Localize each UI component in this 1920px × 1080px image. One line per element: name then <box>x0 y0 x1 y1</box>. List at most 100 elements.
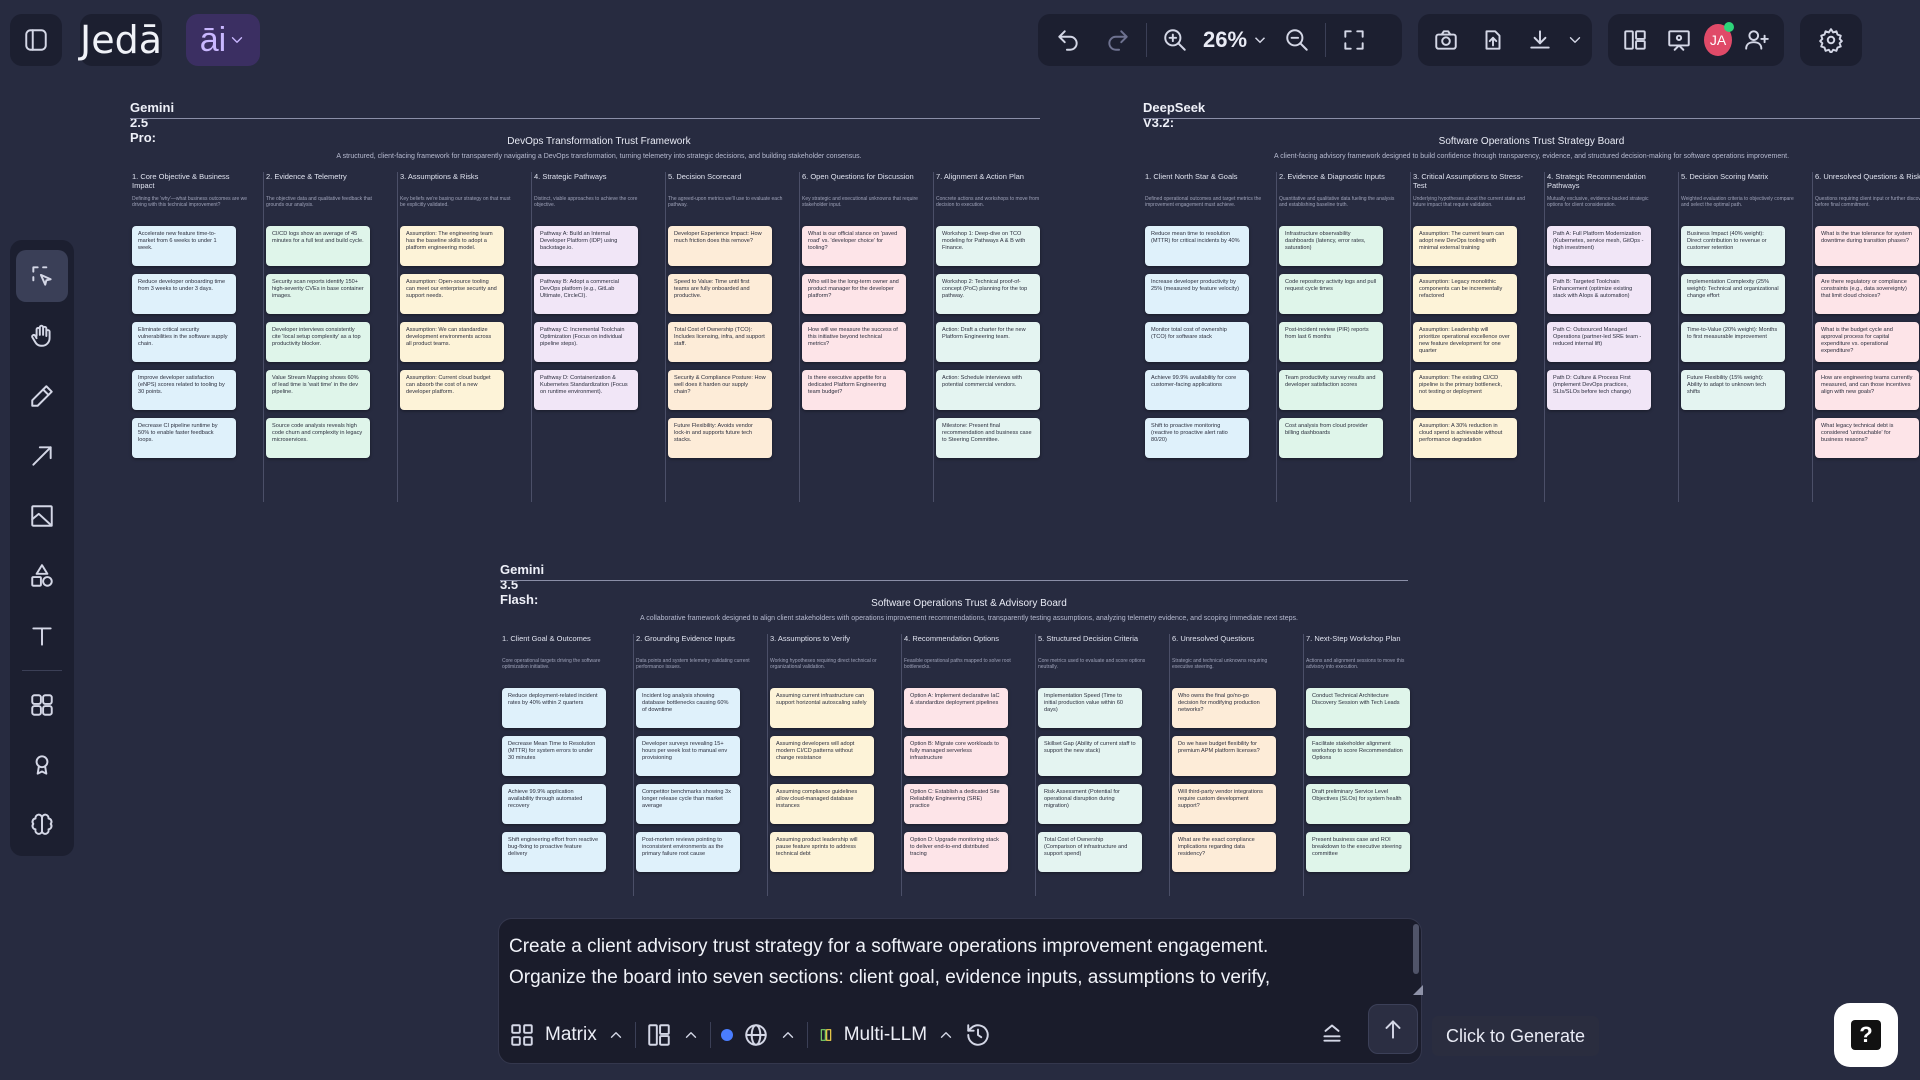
text-tool-icon[interactable] <box>16 610 68 662</box>
sticky-note[interactable]: Incident log analysis showing database b… <box>636 688 740 728</box>
layout-panel-icon[interactable] <box>1616 18 1654 62</box>
sticky-note[interactable]: Assumption: The existing CI/CD pipeline … <box>1413 370 1517 410</box>
sticky-note[interactable]: Assumption: Legacy monolithic components… <box>1413 274 1517 314</box>
sticky-note[interactable]: Code repository activity logs and pull r… <box>1279 274 1383 314</box>
chevron-up-icon[interactable] <box>937 1026 955 1044</box>
sticky-note[interactable]: Who will be the long-term owner and prod… <box>802 274 906 314</box>
sticky-note[interactable]: Assumption: Open-source tooling can meet… <box>400 274 504 314</box>
sticky-note[interactable]: What are the exact compliance implicatio… <box>1172 832 1276 872</box>
sticky-note[interactable]: Infrastructure observability dashboards … <box>1279 226 1383 266</box>
sticky-note[interactable]: Reduce mean time to resolution (MTTR) fo… <box>1145 226 1249 266</box>
add-user-icon[interactable] <box>1738 18 1776 62</box>
prompt-input[interactable]: Create a client advisory trust strategy … <box>509 931 1389 993</box>
sticky-note[interactable]: Assumption: The current team can adopt n… <box>1413 226 1517 266</box>
sticky-note[interactable]: Facilitate stakeholder alignment worksho… <box>1306 736 1410 776</box>
sticky-note[interactable]: Path D: Culture & Process First (impleme… <box>1547 370 1651 410</box>
brain-icon[interactable] <box>16 799 68 851</box>
sticky-note[interactable]: Post-mortem reviews pointing to inconsis… <box>636 832 740 872</box>
sticky-note[interactable]: Reduce developer onboarding time from 3 … <box>132 274 236 314</box>
app-logo[interactable]: Jedā <box>80 14 162 66</box>
sticky-note[interactable]: Monitor total cost of ownership (TCO) fo… <box>1145 322 1249 362</box>
zoom-level-dropdown[interactable]: 26% <box>1203 27 1269 53</box>
layout-icon[interactable] <box>646 1022 672 1048</box>
sticky-note[interactable]: Time-to-Value (20% weight): Months to fi… <box>1681 322 1785 362</box>
sticky-note[interactable]: Total Cost of Ownership (Comparison of i… <box>1038 832 1142 872</box>
sticky-note[interactable]: Post-incident review (PIR) reports from … <box>1279 322 1383 362</box>
sticky-note[interactable]: Pathway D: Containerization & Kubernetes… <box>534 370 638 410</box>
sticky-note[interactable]: How will we measure the success of this … <box>802 322 906 362</box>
sticky-note[interactable]: Action: Schedule interviews with potenti… <box>936 370 1040 410</box>
help-button[interactable]: ? <box>1834 1003 1898 1067</box>
sticky-note[interactable]: Assumption: The engineering team has the… <box>400 226 504 266</box>
sticky-note[interactable]: What is our official stance on 'paved ro… <box>802 226 906 266</box>
sticky-note[interactable]: Speed to Value: Time until first teams a… <box>668 274 772 314</box>
sticky-note[interactable]: Are there regulatory or compliance const… <box>1815 274 1919 314</box>
sticky-note[interactable]: Cost analysis from cloud provider billin… <box>1279 418 1383 458</box>
chevron-up-icon[interactable] <box>607 1026 625 1044</box>
prompt-scrollbar[interactable] <box>1413 924 1419 974</box>
sticky-note[interactable]: Assuming compliance guidelines allow clo… <box>770 784 874 824</box>
sticky-note[interactable]: Developer Experience Impact: How much fr… <box>668 226 772 266</box>
sticky-note[interactable]: How are engineering teams currently meas… <box>1815 370 1919 410</box>
sticky-note[interactable]: Increase developer productivity by 25% (… <box>1145 274 1249 314</box>
sticky-note[interactable]: What legacy technical debt is considered… <box>1815 418 1919 458</box>
sticky-note[interactable]: Option D: Upgrade monitoring stack to de… <box>904 832 1008 872</box>
sticky-note[interactable]: Value Stream Mapping shows 60% of lead t… <box>266 370 370 410</box>
sticky-note[interactable]: Security & Compliance Posture: How well … <box>668 370 772 410</box>
history-icon[interactable] <box>965 1022 991 1048</box>
sticky-note[interactable]: Option B: Migrate core workloads to full… <box>904 736 1008 776</box>
ai-assistant-icon[interactable] <box>16 739 68 791</box>
sticky-note[interactable]: Who owns the final go/no-go decision for… <box>1172 688 1276 728</box>
chevron-up-icon[interactable] <box>682 1026 700 1044</box>
sticky-note[interactable]: Assuming current infrastructure can supp… <box>770 688 874 728</box>
sticky-note[interactable]: CI/CD logs show an average of 45 minutes… <box>266 226 370 266</box>
chevron-down-icon[interactable] <box>1566 31 1584 49</box>
sticky-note[interactable]: Shift engineering effort from reactive b… <box>502 832 606 872</box>
sticky-note[interactable]: Shift to proactive monitoring (reactive … <box>1145 418 1249 458</box>
sticky-note[interactable]: Pathway B: Adopt a commercial DevOps pla… <box>534 274 638 314</box>
sticky-note[interactable]: Pathway C: Incremental Toolchain Optimiz… <box>534 322 638 362</box>
sticky-note[interactable]: Assumption: A 30% reduction in cloud spe… <box>1413 418 1517 458</box>
sticky-note[interactable]: Assumption: Current cloud budget can abs… <box>400 370 504 410</box>
sticky-note[interactable]: Milestone: Present final recommendation … <box>936 418 1040 458</box>
sticky-note[interactable]: Decrease CI pipeline runtime by 50% to e… <box>132 418 236 458</box>
zoom-out-icon[interactable] <box>1275 18 1319 62</box>
globe-icon[interactable] <box>743 1022 769 1048</box>
sticky-note[interactable]: Assuming product leadership will pause f… <box>770 832 874 872</box>
sticky-note[interactable]: Business Impact (40% weight): Direct con… <box>1681 226 1785 266</box>
sticky-note[interactable]: Draft preliminary Service Level Objectiv… <box>1306 784 1410 824</box>
sticky-note[interactable]: Present business case and ROI breakdown … <box>1306 832 1410 872</box>
sticky-note[interactable]: Action: Draft a charter for the new Plat… <box>936 322 1040 362</box>
sticky-note[interactable]: Future Flexibility: Avoids vendor lock-i… <box>668 418 772 458</box>
sticky-note[interactable]: Achieve 99.9% application availability t… <box>502 784 606 824</box>
sticky-note[interactable]: Do we have budget flexibility for premiu… <box>1172 736 1276 776</box>
download-icon[interactable] <box>1519 18 1560 62</box>
sticky-note[interactable]: Competitor benchmarks showing 3x longer … <box>636 784 740 824</box>
sticky-note[interactable]: What is the true tolerance for system do… <box>1815 226 1919 266</box>
sidebar-toggle-button[interactable] <box>10 14 62 66</box>
sticky-note[interactable]: Implementation Complexity (25% weight): … <box>1681 274 1785 314</box>
sticky-note[interactable]: Security scan reports identify 150+ high… <box>266 274 370 314</box>
sticky-note[interactable]: Is there executive appetite for a dedica… <box>802 370 906 410</box>
multi-llm-button[interactable]: Multi-LLM <box>844 1024 927 1046</box>
sticky-note[interactable]: Future Flexibility (15% weight): Ability… <box>1681 370 1785 410</box>
sticky-note[interactable]: Path A: Full Platform Modernization (Kub… <box>1547 226 1651 266</box>
select-tool-icon[interactable] <box>16 250 68 302</box>
sticky-note[interactable]: Workshop 1: Deep-dive on TCO modeling fo… <box>936 226 1040 266</box>
sticky-note[interactable]: Option A: Implement declarative IaC & st… <box>904 688 1008 728</box>
upload-icon[interactable] <box>1473 18 1514 62</box>
sticky-note[interactable]: Implementation Speed (Time to initial pr… <box>1038 688 1142 728</box>
image-tool-icon[interactable] <box>16 490 68 542</box>
sticky-note[interactable]: Risk Assessment (Potential for operation… <box>1038 784 1142 824</box>
sticky-note[interactable]: Workshop 2: Technical proof-of-concept (… <box>936 274 1040 314</box>
sticky-note[interactable]: Improve developer satisfaction (eNPS) sc… <box>132 370 236 410</box>
sticky-note[interactable]: Skillset Gap (Ability of current staff t… <box>1038 736 1142 776</box>
sticky-note[interactable]: What is the budget cycle and approval pr… <box>1815 322 1919 362</box>
undo-icon[interactable] <box>1046 18 1090 62</box>
sticky-note[interactable]: Accelerate new feature time-to-market fr… <box>132 226 236 266</box>
sticky-note[interactable]: Assumption: We can standardize developme… <box>400 322 504 362</box>
zoom-in-icon[interactable] <box>1153 18 1197 62</box>
sticky-note[interactable]: Source code analysis reveals high code c… <box>266 418 370 458</box>
collapse-icon[interactable] <box>1319 1019 1345 1045</box>
resize-handle[interactable] <box>1413 985 1423 995</box>
